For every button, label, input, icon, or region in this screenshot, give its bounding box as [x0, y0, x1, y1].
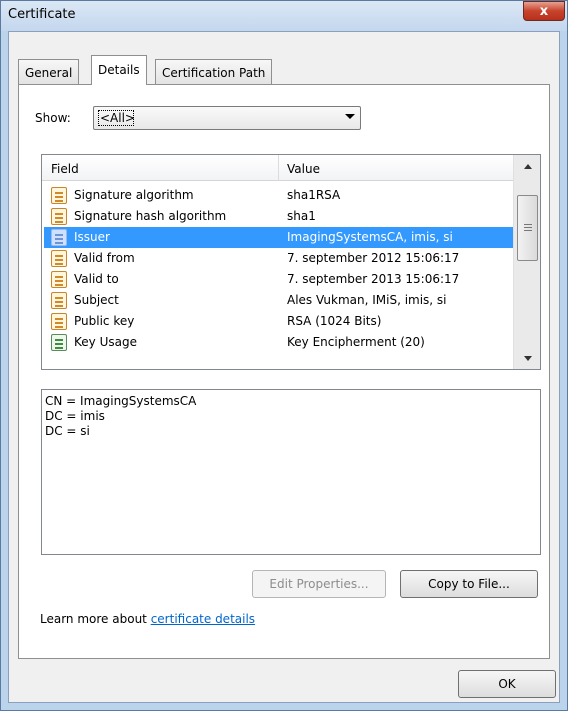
show-dropdown[interactable]: <All>: [93, 106, 361, 130]
tab-certification-path[interactable]: Certification Path: [155, 59, 273, 84]
key-usage-icon: [51, 334, 67, 351]
field-value: Ales Vukman, IMiS, imis, si: [287, 293, 447, 307]
list-item[interactable]: Valid from 7. september 2012 15:06:17: [44, 248, 513, 269]
title-bar[interactable]: [1, 1, 567, 31]
field-value: 7. september 2012 15:06:17: [287, 251, 460, 265]
field-value: RSA (1024 Bits): [287, 314, 382, 328]
window-title: Certificate: [8, 7, 76, 22]
fields-list[interactable]: Field Value Signature algorithm sha1 RSA …: [41, 154, 541, 370]
document-icon: [51, 271, 67, 288]
field-value: ImagingSystemsCA, imis, si: [287, 230, 453, 244]
list-item[interactable]: Valid to 7. september 2013 15:06:17: [44, 269, 513, 290]
scroll-down-button[interactable]: [514, 347, 540, 369]
list-item[interactable]: Signature hash algorithm sha1: [44, 206, 513, 227]
edit-properties-button[interactable]: Edit Properties...: [252, 570, 386, 598]
grip-icon: [524, 224, 532, 225]
column-divider[interactable]: [278, 155, 279, 181]
field-name: Valid from: [74, 251, 135, 265]
list-header: Field Value: [42, 155, 513, 181]
column-header-field[interactable]: Field: [51, 162, 79, 176]
close-icon: x: [539, 3, 549, 19]
vertical-scrollbar[interactable]: [513, 155, 540, 369]
field-name: Signature algorithm: [74, 188, 194, 202]
document-icon: [51, 229, 67, 246]
learn-more-text: Learn more about certificate details: [40, 612, 255, 626]
document-icon: [51, 313, 67, 330]
ok-button[interactable]: OK: [458, 670, 556, 698]
document-icon: [51, 187, 67, 204]
field-name: Public key: [74, 314, 135, 328]
field-value: sha1: [287, 209, 316, 223]
list-item-selected[interactable]: Issuer ImagingSystemsCA, imis, si: [44, 227, 513, 248]
field-value: 7. september 2013 15:06:17: [287, 272, 460, 286]
arrow-up-icon: [523, 163, 532, 169]
certificate-details-link[interactable]: certificate details: [151, 612, 255, 626]
detail-line: DC = imis: [45, 409, 105, 423]
field-value: sha1RSA: [287, 188, 341, 202]
list-item[interactable]: Signature algorithm sha1RSA: [44, 185, 513, 206]
list-item[interactable]: Subject Ales Vukman, IMiS, imis, si: [44, 290, 513, 311]
document-icon: [51, 292, 67, 309]
field-name: Subject: [74, 293, 119, 307]
show-label: Show:: [35, 111, 71, 125]
scroll-thumb[interactable]: [517, 195, 538, 261]
tab-general[interactable]: General: [18, 59, 80, 84]
document-icon: [51, 250, 67, 267]
copy-to-file-button[interactable]: Copy to File...: [400, 570, 538, 598]
field-name: Valid to: [74, 272, 119, 286]
close-button[interactable]: x: [523, 1, 565, 21]
field-value: Key Encipherment (20): [287, 335, 425, 349]
document-icon: [51, 208, 67, 225]
show-dropdown-value: <All>: [100, 111, 135, 125]
list-item[interactable]: Key Usage Key Encipherment (20): [44, 332, 513, 353]
tab-details[interactable]: Details: [91, 55, 147, 85]
field-name: Issuer: [74, 230, 110, 244]
column-header-value[interactable]: Value: [287, 162, 320, 176]
chevron-down-icon: [345, 114, 355, 119]
detail-line: CN = ImagingSystemsCA: [45, 394, 197, 408]
field-name: Signature hash algorithm: [74, 209, 227, 223]
field-name: Key Usage: [74, 335, 137, 349]
scroll-up-button[interactable]: [514, 155, 540, 177]
learn-more-prefix: Learn more about: [40, 612, 151, 626]
list-item[interactable]: Public key RSA (1024 Bits): [44, 311, 513, 332]
arrow-down-icon: [523, 355, 532, 361]
detail-line: DC = si: [45, 424, 90, 438]
field-detail-textbox[interactable]: CN = ImagingSystemsCA DC = imis DC = si: [41, 389, 541, 555]
